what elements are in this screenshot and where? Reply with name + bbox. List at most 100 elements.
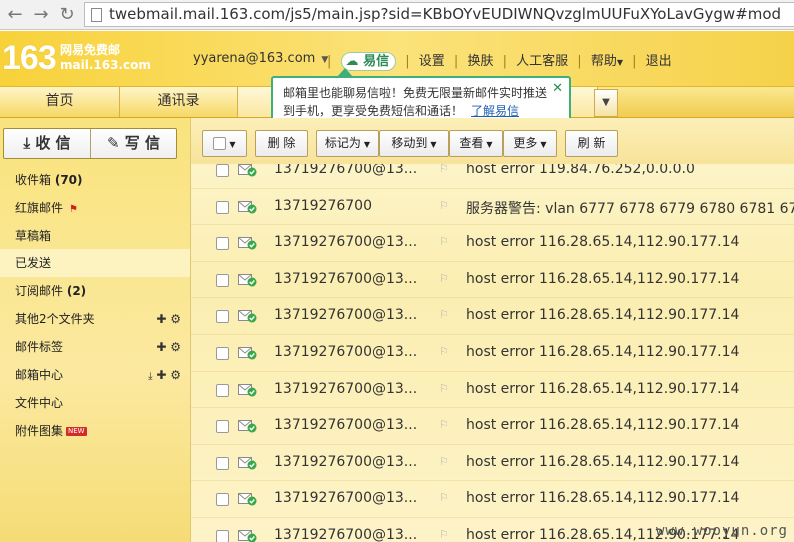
folder-files[interactable]: 文件中心 bbox=[0, 389, 190, 417]
popup-link[interactable]: 了解易信 bbox=[471, 104, 519, 118]
flag-icon[interactable]: ⚐ bbox=[439, 418, 449, 431]
moveto-button[interactable]: 移动到 ▼ bbox=[379, 130, 449, 157]
mail-row[interactable]: 13719276700@13... ⚐ host error 116.28.65.1… bbox=[191, 408, 794, 445]
mail-row[interactable]: 13719276700@13... ⚐ host error 116.28.65.1… bbox=[191, 445, 794, 482]
add-icon[interactable]: ✚ bbox=[156, 340, 166, 354]
mail-subject: host error 116.28.65.14,112.90.177.14 bbox=[466, 234, 740, 251]
folder-inbox[interactable]: 收件箱 (70) bbox=[0, 166, 190, 194]
flag-icon[interactable]: ⚐ bbox=[439, 382, 449, 395]
flag-icon[interactable]: ⚐ bbox=[439, 235, 449, 248]
mail-read-icon bbox=[238, 530, 257, 542]
mail-row[interactable]: 13719276700@13... ⚐ host error 116.28.65.1… bbox=[191, 225, 794, 262]
row-checkbox[interactable] bbox=[216, 273, 229, 287]
mail-subject: host error 116.28.65.14,112.90.177.14 bbox=[466, 270, 740, 287]
forward-icon[interactable]: → bbox=[30, 4, 52, 26]
folder-sent[interactable]: 已发送 bbox=[0, 249, 190, 277]
flag-icon[interactable]: ⚐ bbox=[439, 199, 449, 212]
delete-button[interactable]: 删 除 bbox=[255, 130, 308, 157]
row-checkbox[interactable] bbox=[216, 164, 229, 177]
browser-toolbar: ← → ↻ twebmail.mail.163.com/js5/main.jsp… bbox=[0, 0, 794, 30]
add-icon[interactable]: ✚ bbox=[156, 312, 166, 326]
mail-row[interactable]: 13719276700@13... ⚐ host error 116.28.65.1… bbox=[191, 262, 794, 299]
mail-read-icon bbox=[238, 237, 257, 250]
mail-read-icon bbox=[238, 310, 257, 323]
mail-subject: host error 116.28.65.14,112.90.177.14 bbox=[466, 417, 740, 434]
download-icon[interactable]: ⤓ bbox=[148, 371, 152, 382]
mail-subject: host error 116.28.65.14,112.90.177.14 bbox=[466, 344, 740, 360]
row-checkbox[interactable] bbox=[216, 310, 229, 324]
mail-row[interactable]: 13719276700@13... ⚐ host error 116.28.65.1… bbox=[191, 372, 794, 409]
more-button[interactable]: 更多 ▼ bbox=[503, 130, 557, 157]
flag-icon[interactable]: ⚐ bbox=[439, 345, 449, 358]
logo-163[interactable]: 163 bbox=[2, 38, 57, 78]
gear-icon[interactable]: ⚙ bbox=[170, 368, 181, 382]
mail-row[interactable]: 13719276700@13... ⚐ host error 116.28.65.1… bbox=[191, 298, 794, 335]
address-bar[interactable]: twebmail.mail.163.com/js5/main.jsp?sid=K… bbox=[84, 2, 794, 27]
skin-link[interactable]: 换肤 bbox=[467, 50, 493, 69]
new-badge: NEW bbox=[66, 427, 87, 436]
folder-tags[interactable]: 邮件标签 ✚ ⚙ bbox=[0, 333, 190, 361]
mail-subject: host error 116.28.65.14,112.90.177.14 bbox=[466, 453, 740, 470]
folder-flagged[interactable]: 红旗邮件 ⚑ bbox=[0, 194, 190, 222]
tab-contacts[interactable]: 通讯录 bbox=[120, 87, 238, 117]
flag-icon[interactable]: ⚐ bbox=[439, 164, 449, 175]
markas-button[interactable]: 标记为 ▼ bbox=[316, 130, 379, 157]
folder-attachments[interactable]: 附件图集 NEW bbox=[0, 417, 190, 445]
page-icon bbox=[91, 8, 102, 22]
settings-link[interactable]: 设置 bbox=[419, 50, 445, 69]
row-checkbox[interactable] bbox=[216, 530, 229, 542]
mail-subject: host error 119.84.76.252,0.0.0.0 bbox=[466, 164, 695, 177]
mail-read-icon bbox=[238, 347, 257, 360]
flag-icon[interactable]: ⚐ bbox=[439, 491, 449, 504]
select-all-button[interactable]: ▼ bbox=[202, 130, 247, 157]
mail-row[interactable]: 13719276700 ⚐ 服务器警告: vlan 6777 6778 6779 6… bbox=[191, 189, 794, 226]
mail-subject: host error 116.28.65.14,112.90.177.14 bbox=[466, 490, 740, 507]
folder-drafts[interactable]: 草稿箱 bbox=[0, 222, 190, 250]
mail-sender: 13719276700@13... bbox=[274, 344, 418, 360]
row-checkbox[interactable] bbox=[216, 200, 229, 214]
flag-icon[interactable]: ⚐ bbox=[439, 308, 449, 321]
row-checkbox[interactable] bbox=[216, 420, 229, 434]
reload-icon[interactable]: ↻ bbox=[56, 4, 78, 26]
help-link[interactable]: 帮助▼ bbox=[591, 50, 623, 69]
row-checkbox[interactable] bbox=[216, 493, 229, 507]
refresh-button[interactable]: 刷 新 bbox=[565, 130, 618, 157]
row-checkbox[interactable] bbox=[216, 237, 229, 251]
add-icon[interactable]: ✚ bbox=[156, 368, 166, 382]
sidebar: ⤓ 收 信 ✎ 写 信 收件箱 (70) 红旗邮件 ⚑ 草稿箱 已发送 订阅邮件 … bbox=[0, 118, 190, 542]
mail-read-icon bbox=[238, 164, 257, 177]
close-icon[interactable]: ✕ bbox=[552, 80, 563, 98]
back-icon[interactable]: ← bbox=[4, 4, 26, 26]
gear-icon[interactable]: ⚙ bbox=[170, 340, 181, 354]
view-button[interactable]: 查看 ▼ bbox=[449, 130, 503, 157]
tab-more-button[interactable]: ▼ bbox=[594, 89, 618, 117]
mail-sender: 13719276700@13... bbox=[274, 453, 418, 470]
mail-sender: 13719276700@13... bbox=[274, 307, 418, 324]
row-checkbox[interactable] bbox=[216, 347, 229, 360]
mail-row[interactable]: 13719276700@13... ⚐ host error 116.28.65.1… bbox=[191, 335, 794, 372]
mail-list: 13719276700@13... ⚐ host error 119.84.76.2… bbox=[191, 164, 794, 542]
receive-write-buttons: ⤓ 收 信 ✎ 写 信 bbox=[3, 128, 177, 159]
logout-link[interactable]: 退出 bbox=[646, 50, 672, 69]
write-button[interactable]: ✎ 写 信 bbox=[90, 129, 176, 158]
folder-others[interactable]: 其他2个文件夹 ✚ ⚙ bbox=[0, 305, 190, 333]
flag-icon[interactable]: ⚐ bbox=[439, 528, 449, 541]
support-link[interactable]: 人工客服 bbox=[516, 50, 568, 69]
mail-subject: host error 116.28.65.14,112.90.177.14 bbox=[466, 307, 740, 324]
tab-home[interactable]: 首页 bbox=[0, 87, 120, 117]
user-account[interactable]: yyarena@163.com ▼ bbox=[193, 51, 328, 66]
gear-icon[interactable]: ⚙ bbox=[170, 312, 181, 326]
select-all-checkbox[interactable] bbox=[213, 137, 227, 150]
edit-icon: ✎ bbox=[106, 134, 120, 152]
row-checkbox[interactable] bbox=[216, 383, 229, 397]
mail-row[interactable]: 13719276700@13... ⚐ host error 119.84.76.2… bbox=[191, 164, 794, 189]
receive-button[interactable]: ⤓ 收 信 bbox=[4, 129, 90, 158]
mail-row[interactable]: 13719276700@13... ⚐ host error 116.28.65.1… bbox=[191, 481, 794, 518]
mail-sender: 13719276700@13... bbox=[274, 234, 418, 251]
flag-icon[interactable]: ⚐ bbox=[439, 455, 449, 468]
row-checkbox[interactable] bbox=[216, 456, 229, 470]
folder-subscriptions[interactable]: 订阅邮件 (2) bbox=[0, 277, 190, 305]
folder-mailcenter[interactable]: 邮箱中心 ⤓ ✚ ⚙ bbox=[0, 361, 190, 389]
flag-icon[interactable]: ⚐ bbox=[439, 272, 449, 285]
mail-sender: 13719276700@13... bbox=[274, 380, 418, 397]
